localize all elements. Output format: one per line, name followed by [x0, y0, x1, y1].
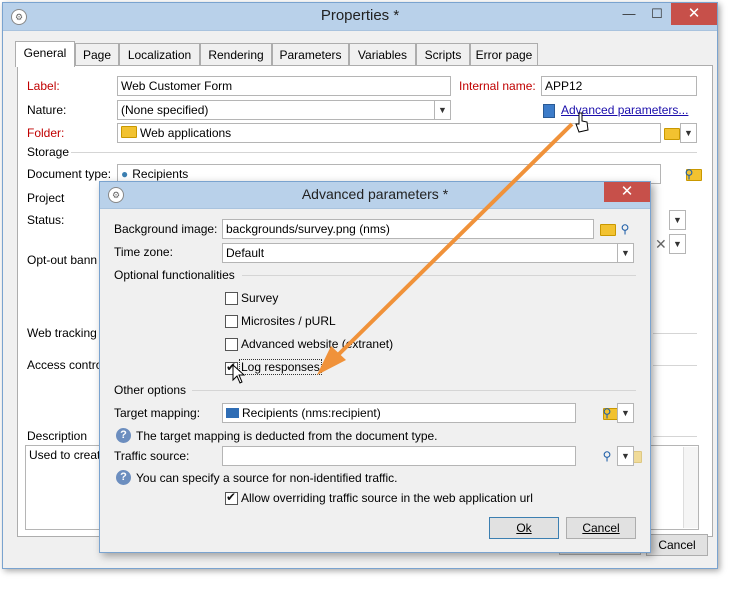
envelope-icon — [226, 408, 239, 418]
label-label: Label: — [27, 79, 60, 93]
tab-variables[interactable]: Variables — [349, 43, 416, 66]
log-responses-label: Log responses — [239, 359, 322, 375]
storage-heading: Storage — [27, 145, 70, 159]
label-input[interactable]: Web Customer Form — [117, 76, 451, 96]
arrow-cursor-icon — [232, 364, 246, 384]
chevron-down-icon[interactable]: ▼ — [617, 403, 634, 423]
search-icon[interactable]: ⚲ — [599, 405, 615, 421]
survey-checkbox[interactable] — [225, 292, 238, 305]
minimize-icon[interactable]: — — [615, 3, 643, 25]
advanced-website-checkbox[interactable] — [225, 338, 238, 351]
divider — [653, 365, 697, 366]
clipboard-icon — [543, 104, 555, 118]
divider — [653, 436, 697, 437]
other-options-heading: Other options — [114, 383, 187, 397]
nature-select[interactable]: (None specified) — [117, 100, 451, 120]
advanced-website-label: Advanced website (extranet) — [241, 337, 394, 351]
dialog-title: Advanced parameters * — [301, 186, 449, 202]
traffic-source-input[interactable] — [222, 446, 576, 466]
chevron-down-icon[interactable]: ▼ — [680, 123, 697, 143]
divider — [242, 275, 636, 276]
allow-override-checkbox[interactable] — [225, 490, 238, 505]
internal-name-input[interactable]: APP12 — [541, 76, 697, 96]
chevron-down-icon[interactable]: ▼ — [617, 243, 634, 263]
microsites-checkbox[interactable] — [225, 315, 238, 328]
help-icon: ? — [116, 428, 131, 443]
traffic-source-label: Traffic source: — [114, 449, 190, 463]
person-icon: ● — [121, 167, 129, 181]
access-control-label: Access contro — [27, 358, 103, 372]
divider — [653, 333, 697, 334]
web-tracking-label: Web tracking — [27, 326, 97, 340]
search-icon[interactable]: ⚲ — [617, 221, 633, 237]
search-icon[interactable]: ⚲ — [599, 448, 615, 464]
cancel-button[interactable]: Cancel — [646, 534, 708, 556]
tab-rendering[interactable]: Rendering — [200, 43, 272, 66]
divider — [192, 390, 636, 391]
document-type-value: Recipients — [132, 167, 189, 181]
window-title: Properties * — [320, 7, 400, 24]
title-bar[interactable]: ⚙ Properties * — ☐ ✕ — [3, 3, 717, 31]
background-image-label: Background image: — [114, 222, 218, 236]
description-heading: Description — [27, 429, 88, 443]
survey-label: Survey — [241, 291, 279, 305]
help-icon: ? — [116, 470, 131, 485]
time-zone-label: Time zone: — [114, 245, 173, 259]
status-label: Status: — [27, 213, 65, 227]
advanced-parameters-dialog: ⚙ Advanced parameters * ✕ Background ima… — [99, 181, 651, 553]
chevron-down-icon[interactable]: ▼ — [434, 100, 451, 120]
hand-cursor-icon — [575, 112, 589, 133]
target-mapping-input[interactable]: Recipients (nms:recipient) — [222, 403, 576, 423]
tab-page[interactable]: Page — [75, 43, 119, 66]
microsites-label: Microsites / pURL — [241, 314, 336, 328]
optout-label: Opt-out bann — [27, 253, 98, 267]
target-mapping-value: Recipients (nms:recipient) — [242, 406, 381, 420]
allow-override-label: Allow overriding traffic source in the w… — [241, 491, 533, 505]
time-zone-select[interactable]: Default — [222, 243, 634, 263]
tab-error-page[interactable]: Error page — [470, 43, 538, 66]
chevron-down-icon[interactable]: ▼ — [669, 210, 686, 230]
search-icon[interactable]: ⚲ — [681, 166, 697, 182]
cancel-button[interactable]: Cancel — [566, 517, 636, 539]
scrollbar[interactable] — [683, 447, 698, 528]
tab-parameters[interactable]: Parameters — [272, 43, 349, 66]
optional-functionalities-heading: Optional functionalities — [114, 268, 235, 282]
target-mapping-label: Target mapping: — [114, 406, 201, 420]
maximize-icon[interactable]: ☐ — [643, 3, 671, 25]
internal-name-label: Internal name: — [459, 79, 536, 93]
folder-value: Web applications — [140, 126, 232, 140]
divider — [71, 152, 697, 153]
dialog-title-bar[interactable]: ⚙ Advanced parameters * ✕ — [100, 182, 650, 209]
project-heading: Project — [27, 191, 65, 205]
close-icon[interactable]: ✕ — [604, 182, 650, 202]
folder-icon — [121, 126, 137, 138]
target-mapping-help: The target mapping is deducted from the … — [136, 429, 438, 443]
tab-localization[interactable]: Localization — [119, 43, 200, 66]
chevron-down-icon[interactable]: ▼ — [617, 446, 634, 466]
folder-browse-icon[interactable] — [664, 128, 680, 140]
traffic-source-help: You can specify a source for non-identif… — [136, 471, 398, 485]
tab-general[interactable]: General — [15, 41, 75, 67]
folder-label: Folder: — [27, 126, 65, 140]
ok-button[interactable]: Ok — [489, 517, 559, 539]
ok-label: Ok — [516, 521, 532, 535]
nature-label: Nature: — [27, 103, 67, 117]
chevron-down-icon[interactable]: ▼ — [669, 234, 686, 254]
background-image-input[interactable]: backgrounds/survey.png (nms) — [222, 219, 594, 239]
folder-browse-icon[interactable] — [600, 224, 616, 236]
clear-icon[interactable]: ✕ — [655, 236, 667, 253]
tab-scripts[interactable]: Scripts — [416, 43, 470, 66]
close-icon[interactable]: ✕ — [671, 3, 717, 25]
cancel-label: Cancel — [582, 521, 620, 535]
document-type-label: Document type: — [27, 167, 112, 181]
